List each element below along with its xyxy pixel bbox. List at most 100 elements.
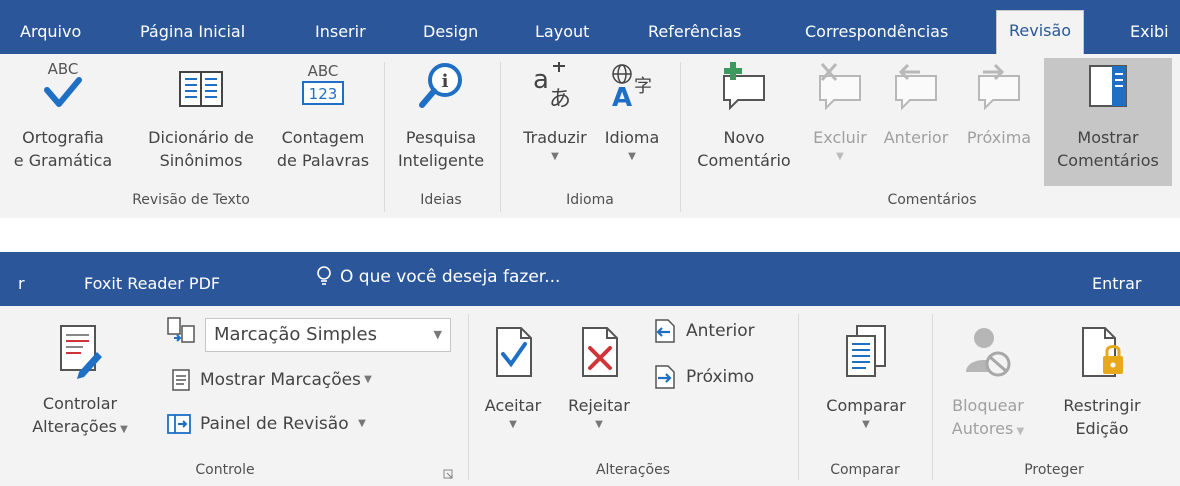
show-markup-button[interactable]: Mostrar Marcações ▼ <box>170 368 372 392</box>
tab-exibir[interactable]: Exibi <box>1130 12 1169 54</box>
track-changes-label-text: Alterações <box>32 417 117 436</box>
accept-icon <box>496 327 532 377</box>
thesaurus-button[interactable]: Dicionário de Sinônimos <box>134 60 268 172</box>
word-count-button[interactable]: ABC 123 Contagem de Palavras <box>268 60 378 172</box>
group-label-controle: Controle <box>195 462 255 478</box>
tab-foxit-reader-pdf[interactable]: Foxit Reader PDF <box>84 264 220 306</box>
block-authors-dropdown-caret[interactable]: ▼ <box>1013 426 1025 437</box>
tab-arquivo[interactable]: Arquivo <box>20 12 81 54</box>
tab-correspondencias[interactable]: Correspondências <box>805 12 948 54</box>
new-comment-button[interactable]: Novo Comentário <box>686 60 802 172</box>
next-comment-label: Próxima <box>966 128 1032 147</box>
restrict-editing-label-1: Restringir <box>1063 396 1141 415</box>
group-separator <box>384 62 385 212</box>
compare-label: Comparar <box>826 396 906 415</box>
previous-change-label: Anterior <box>686 321 755 341</box>
next-comment-button[interactable]: Próxima <box>958 60 1040 149</box>
show-markup-dropdown-caret[interactable]: ▼ <box>361 372 372 388</box>
compare-button[interactable]: Comparar ▼ <box>804 324 928 433</box>
spelling-label-1: Ortografia <box>22 128 104 147</box>
ribbon-panel-revisao: Controlar Alterações ▼ Marcação Simples … <box>0 306 1180 486</box>
tab-pagina-inicial[interactable]: Página Inicial <box>140 12 245 54</box>
language-button[interactable]: A 字 Idioma ▼ <box>596 60 668 165</box>
ribbon-strip-top: Arquivo Página Inicial Inserir Design La… <box>0 0 1180 218</box>
smart-lookup-button[interactable]: i Pesquisa Inteligente <box>390 60 492 172</box>
show-comments-icon <box>1089 65 1127 107</box>
block-authors-label-2: Autores ▼ <box>938 417 1038 440</box>
reject-dropdown-caret[interactable]: ▼ <box>554 417 644 433</box>
group-separator <box>500 62 501 212</box>
show-comments-label-1: Mostrar <box>1077 128 1139 147</box>
review-pane-dropdown-caret[interactable]: ▼ <box>349 416 366 432</box>
restrict-editing-icon <box>1082 327 1123 377</box>
delete-dropdown-caret[interactable]: ▼ <box>806 149 874 165</box>
tell-me-search[interactable]: O que você deseja fazer... <box>316 266 560 288</box>
reject-icon <box>582 327 618 377</box>
previous-comment-label: Anterior <box>883 128 949 147</box>
chevron-down-icon: ▼ <box>433 328 442 341</box>
tab-bar: r Foxit Reader PDF O que você deseja faz… <box>0 252 1180 306</box>
smart-lookup-icon: i <box>419 63 462 108</box>
tab-referencias[interactable]: Referências <box>648 12 741 54</box>
tab-design[interactable]: Design <box>423 12 478 54</box>
delete-comment-icon <box>819 63 861 111</box>
spellcheck-icon: ABC <box>44 60 82 107</box>
lightbulb-icon <box>317 266 331 285</box>
language-dropdown-caret[interactable]: ▼ <box>596 149 668 165</box>
translate-label: Traduzir <box>523 128 587 147</box>
group-label-ideias: Ideias <box>420 192 462 208</box>
compare-icon <box>846 325 886 377</box>
review-pane-label: Painel de Revisão <box>200 414 349 434</box>
svg-text:字: 字 <box>634 76 652 97</box>
group-separator <box>798 314 799 480</box>
group-separator <box>468 314 469 480</box>
smart-lookup-label-1: Pesquisa <box>405 128 477 147</box>
group-separator <box>680 62 681 212</box>
tab-revisao[interactable]: Revisão <box>996 10 1085 54</box>
show-comments-button[interactable]: Mostrar Comentários <box>1044 58 1172 186</box>
accept-dropdown-caret[interactable]: ▼ <box>472 417 554 433</box>
previous-comment-button[interactable]: Anterior <box>874 60 958 149</box>
sign-in-link[interactable]: Entrar <box>1092 264 1141 306</box>
group-label-comparar: Comparar <box>830 462 900 478</box>
group-label-comentarios: Comentários <box>887 192 977 208</box>
smart-lookup-label-2: Inteligente <box>397 151 485 170</box>
language-label: Idioma <box>604 128 660 147</box>
markup-display-dropdown[interactable]: Marcação Simples ▼ <box>205 318 451 352</box>
tell-me-text: O que você deseja fazer... <box>340 267 561 287</box>
delete-comment-button[interactable]: Excluir ▼ <box>806 60 874 165</box>
review-pane-button[interactable]: Painel de Revisão ▼ <box>166 412 366 436</box>
track-changes-label-1: Controlar <box>42 394 118 413</box>
thesaurus-label-2: Sinônimos <box>159 151 243 170</box>
group-label-revisao-texto: Revisão de Texto <box>132 192 250 208</box>
restrict-editing-button[interactable]: Restringir Edição <box>1040 324 1164 440</box>
accept-label: Aceitar <box>484 396 542 415</box>
word-count-label-1: Contagem <box>281 128 365 147</box>
tab-partial[interactable]: r <box>18 264 25 306</box>
translate-dropdown-caret[interactable]: ▼ <box>514 149 596 165</box>
word-count-icon: ABC 123 <box>302 62 344 105</box>
review-pane-icon <box>167 414 191 434</box>
translate-button[interactable]: a あ Traduzir ▼ <box>514 60 596 165</box>
spelling-grammar-button[interactable]: ABC Ortografia e Gramática <box>0 60 126 172</box>
track-changes-label-2: Alterações ▼ <box>4 415 156 438</box>
tab-layout[interactable]: Layout <box>535 12 589 54</box>
reject-label: Rejeitar <box>568 396 630 415</box>
ribbon-panel-revisao: ABC Ortografia e Gramática Dicionário de <box>0 54 1180 218</box>
tab-inserir[interactable]: Inserir <box>315 12 366 54</box>
previous-change-icon <box>655 319 675 343</box>
reject-button[interactable]: Rejeitar ▼ <box>554 324 644 433</box>
restrict-editing-label-2: Edição <box>1075 419 1129 438</box>
next-change-button[interactable]: Próximo <box>650 364 754 390</box>
word-count-label-2: de Palavras <box>276 151 370 170</box>
track-changes-button[interactable]: Controlar Alterações ▼ <box>4 322 156 438</box>
thesaurus-label-1: Dicionário de <box>148 128 254 147</box>
dialog-launcher-icon[interactable] <box>442 468 454 480</box>
track-changes-dropdown-caret[interactable]: ▼ <box>117 424 128 435</box>
accept-button[interactable]: Aceitar ▼ <box>472 324 554 433</box>
block-authors-button[interactable]: Bloquear Autores ▼ <box>938 324 1038 440</box>
compare-dropdown-caret[interactable]: ▼ <box>804 417 928 433</box>
track-changes-icon <box>60 325 102 379</box>
new-comment-icon <box>723 62 765 111</box>
previous-change-button[interactable]: Anterior <box>650 318 755 344</box>
